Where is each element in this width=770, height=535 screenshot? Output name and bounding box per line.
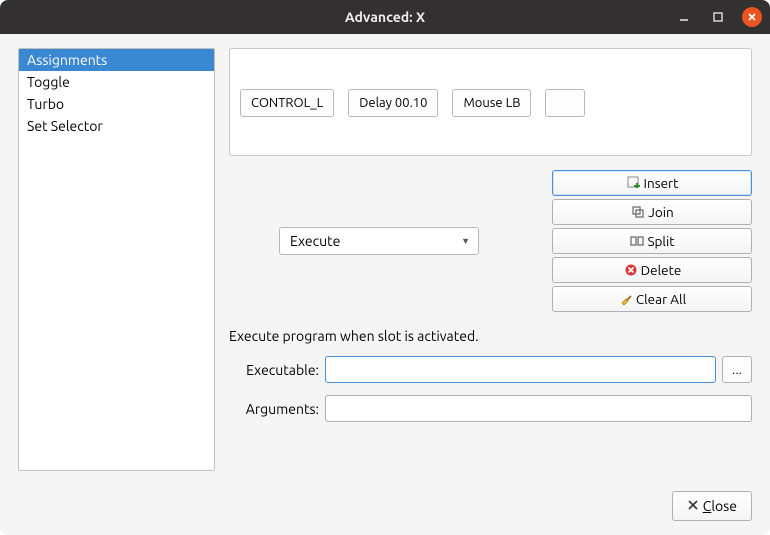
button-label: Delete — [641, 262, 682, 278]
action-buttons: Insert Join Split — [552, 170, 752, 312]
window: Advanced: X Assignments Toggle Turbo Set… — [0, 0, 770, 535]
close-icon — [687, 498, 699, 514]
combo-value: Execute — [290, 233, 340, 249]
arguments-row: Arguments: — [229, 395, 752, 422]
sidebar-item-label: Toggle — [27, 74, 70, 90]
executable-row: Executable: ... — [229, 356, 752, 383]
titlebar: Advanced: X — [0, 0, 770, 34]
arguments-label: Arguments: — [229, 401, 319, 417]
description-text: Execute program when slot is activated. — [229, 328, 752, 344]
sidebar-item-label: Turbo — [27, 96, 64, 112]
main-panel: CONTROL_L Delay 00.10 Mouse LB Execute ▼ — [229, 48, 752, 471]
chevron-down-icon: ▼ — [461, 236, 470, 246]
slot-button[interactable]: Delay 00.10 — [348, 89, 438, 117]
sidebar-item-turbo[interactable]: Turbo — [19, 93, 214, 115]
footer: Close — [0, 481, 770, 535]
clear-all-button[interactable]: Clear All — [552, 286, 752, 312]
delete-icon — [623, 262, 639, 278]
button-label: Clear All — [636, 291, 686, 307]
sidebar-item-set-selector[interactable]: Set Selector — [19, 115, 214, 137]
executable-input[interactable] — [325, 356, 716, 383]
minimize-button[interactable] — [674, 7, 694, 27]
slot-button[interactable]: Mouse LB — [452, 89, 531, 117]
sidebar-item-assignments[interactable]: Assignments — [19, 49, 214, 71]
slot-button[interactable]: CONTROL_L — [240, 89, 334, 117]
join-icon — [630, 204, 646, 220]
slots-box: CONTROL_L Delay 00.10 Mouse LB — [229, 48, 752, 156]
maximize-button[interactable] — [708, 7, 728, 27]
executable-label: Executable: — [229, 362, 319, 378]
sidebar-item-toggle[interactable]: Toggle — [19, 71, 214, 93]
button-label: Split — [647, 233, 674, 249]
close-button[interactable]: Close — [672, 491, 752, 521]
button-label: Close — [703, 498, 737, 514]
slot-type-combo[interactable]: Execute ▼ — [279, 227, 479, 255]
button-label: Join — [648, 204, 674, 220]
sidebar-item-label: Set Selector — [27, 118, 103, 134]
broom-icon — [618, 291, 634, 307]
delete-button[interactable]: Delete — [552, 257, 752, 283]
insert-button[interactable]: Insert — [552, 170, 752, 196]
join-button[interactable]: Join — [552, 199, 752, 225]
sidebar-item-label: Assignments — [27, 52, 107, 68]
arguments-input[interactable] — [325, 395, 752, 422]
insert-icon — [626, 175, 642, 191]
middle-row: Execute ▼ Insert Joi — [229, 170, 752, 312]
slot-button[interactable] — [545, 89, 585, 117]
split-icon — [629, 233, 645, 249]
window-title: Advanced: X — [345, 9, 425, 25]
browse-button[interactable]: ... — [722, 356, 752, 383]
combo-area: Execute ▼ — [229, 170, 534, 312]
window-body: Assignments Toggle Turbo Set Selector CO… — [0, 34, 770, 481]
window-controls — [674, 7, 762, 27]
sidebar: Assignments Toggle Turbo Set Selector — [18, 48, 215, 471]
close-window-button[interactable] — [742, 7, 762, 27]
split-button[interactable]: Split — [552, 228, 752, 254]
button-label: Insert — [644, 175, 679, 191]
